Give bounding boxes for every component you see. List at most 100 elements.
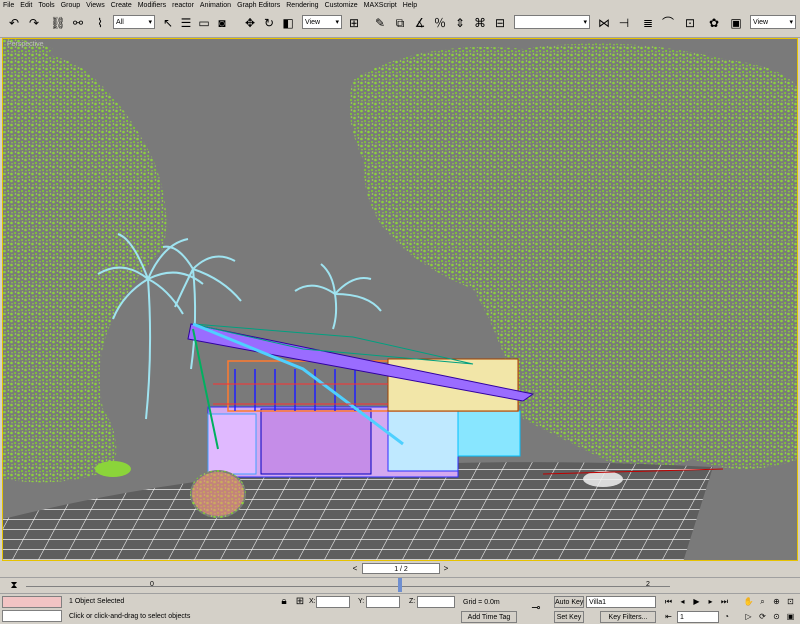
zoom-all-icon[interactable]: ⊕: [770, 596, 783, 608]
auto-key-button[interactable]: Auto Key: [554, 596, 584, 608]
villa-model: [187, 322, 535, 478]
undo-icon[interactable]: ↶: [6, 15, 22, 31]
frame-indicator[interactable]: 1 / 2: [362, 563, 440, 574]
rectangular-selection-icon[interactable]: ▭: [196, 15, 212, 31]
time-slider-prev[interactable]: <: [350, 563, 360, 574]
add-time-tag-button[interactable]: Add Time Tag: [461, 611, 517, 623]
scene-render: [3, 39, 797, 560]
spinner-snap-icon[interactable]: ⇕: [452, 15, 468, 31]
set-key-button[interactable]: Set Key: [554, 611, 584, 623]
bind-space-warp-icon[interactable]: ⌇: [92, 15, 108, 31]
select-and-rotate-icon[interactable]: ↻: [261, 15, 277, 31]
menu-customize[interactable]: Customize: [322, 0, 361, 11]
menu-edit[interactable]: Edit: [17, 0, 35, 11]
key-set-dropdown[interactable]: Villa1: [586, 596, 656, 608]
zoom-icon[interactable]: ⌕: [756, 596, 769, 608]
menu-bar: File Edit Tools Group Views Create Modif…: [0, 0, 800, 11]
flowering-shrub: [190, 470, 246, 518]
prompt-line: Click or click-and-drag to select object…: [67, 611, 272, 623]
layer-manager-icon[interactable]: ≣: [640, 15, 656, 31]
palm-tree-right: [294, 263, 382, 330]
main-toolbar: ↶ ↷ ⛓ ⚯ ⌇ All ↖ ☰ ▭ ◙ ✥ ↻ ◧ View ⊞ ✎ ⧉ ∡…: [0, 11, 800, 38]
time-configuration-icon[interactable]: ◔: [720, 611, 733, 623]
time-slider[interactable]: < 1 / 2 >: [0, 562, 800, 576]
render-type-dropdown[interactable]: View: [750, 15, 796, 30]
snaps-toggle-icon[interactable]: ⧉: [392, 15, 408, 31]
play-icon[interactable]: ▶: [690, 596, 703, 608]
selection-filter-dropdown[interactable]: All: [113, 15, 155, 30]
angle-snap-icon[interactable]: ∡: [412, 15, 428, 31]
previous-frame-icon[interactable]: ◂: [676, 596, 689, 608]
x-coordinate-field[interactable]: [316, 596, 350, 608]
menu-rendering[interactable]: Rendering: [283, 0, 321, 11]
time-slider-next[interactable]: >: [441, 563, 451, 574]
menu-reactor[interactable]: reactor: [169, 0, 197, 11]
viewport-label[interactable]: Perspective: [7, 41, 44, 48]
track-tick-2: 2: [646, 581, 650, 588]
set-key-mode-icon[interactable]: ⊸: [528, 600, 544, 616]
schematic-view-icon[interactable]: ⊡: [682, 15, 698, 31]
arc-rotate-icon[interactable]: ⟳: [756, 611, 769, 623]
current-frame-marker[interactable]: [398, 578, 402, 592]
select-and-scale-icon[interactable]: ◧: [280, 15, 296, 31]
menu-group[interactable]: Group: [58, 0, 83, 11]
z-label: Z:: [409, 598, 416, 605]
menu-graph-editors[interactable]: Graph Editors: [234, 0, 283, 11]
orbit-icon[interactable]: ⊙: [770, 611, 783, 623]
percent-snap-icon[interactable]: ％: [432, 15, 448, 31]
planter-bush: [95, 461, 131, 477]
named-selection-dropdown[interactable]: [514, 15, 590, 30]
current-frame-field[interactable]: 1: [677, 611, 719, 623]
select-by-name-icon[interactable]: ☰: [178, 15, 194, 31]
align-icon[interactable]: ⊣: [616, 15, 632, 31]
grid-size-label: Grid = 0.0m: [463, 599, 500, 606]
menu-views[interactable]: Views: [83, 0, 108, 11]
select-and-move-icon[interactable]: ✥: [242, 15, 258, 31]
y-label: Y:: [358, 598, 365, 605]
track-line: [26, 586, 670, 587]
perspective-viewport[interactable]: Perspective: [2, 38, 798, 561]
key-mode-toggle-icon[interactable]: ⇤: [662, 611, 675, 623]
named-selection-sets-icon[interactable]: ⊟: [492, 15, 508, 31]
go-to-end-icon[interactable]: ⏭: [718, 596, 731, 608]
selection-lock-icon[interactable]: 🔒︎: [276, 594, 292, 610]
track-tick-0: 0: [150, 581, 154, 588]
menu-animation[interactable]: Animation: [197, 0, 234, 11]
next-frame-icon[interactable]: ▸: [704, 596, 717, 608]
reference-coordinate-dropdown[interactable]: View: [302, 15, 342, 30]
edit-named-selection-icon[interactable]: ⌘: [472, 15, 488, 31]
menu-maxscript[interactable]: MAXScript: [361, 0, 400, 11]
absolute-mode-icon[interactable]: ⊞: [292, 594, 308, 610]
menu-help[interactable]: Help: [400, 0, 420, 11]
pan-icon[interactable]: ✋: [742, 596, 755, 608]
selection-status: 1 Object Selected: [67, 596, 272, 608]
menu-modifiers[interactable]: Modifiers: [135, 0, 169, 11]
z-coordinate-field[interactable]: [417, 596, 455, 608]
mirror-icon[interactable]: ⋈: [596, 15, 612, 31]
mini-curve-editor-icon[interactable]: ⧗: [6, 578, 22, 594]
track-bar[interactable]: ⧗ 0 2: [0, 577, 800, 594]
material-editor-icon[interactable]: ✿: [706, 15, 722, 31]
redo-icon[interactable]: ↷: [26, 15, 42, 31]
select-and-link-icon[interactable]: ⛓: [50, 15, 66, 31]
field-of-view-icon[interactable]: ▷: [742, 611, 755, 623]
select-and-manipulate-icon[interactable]: ✎: [372, 15, 388, 31]
window-crossing-icon[interactable]: ◙: [214, 15, 230, 31]
menu-tools[interactable]: Tools: [35, 0, 57, 11]
select-object-icon[interactable]: ↖: [160, 15, 176, 31]
y-coordinate-field[interactable]: [366, 596, 400, 608]
menu-create[interactable]: Create: [108, 0, 135, 11]
maxscript-input-box[interactable]: [2, 610, 62, 622]
unlink-icon[interactable]: ⚯: [70, 15, 86, 31]
render-scene-icon[interactable]: ▣: [728, 15, 744, 31]
maxscript-listener-box[interactable]: [2, 596, 62, 608]
zoom-extents-icon[interactable]: ⊡: [784, 596, 797, 608]
curve-editor-icon[interactable]: ⌒: [660, 15, 676, 31]
go-to-start-icon[interactable]: ⏮: [662, 596, 675, 608]
key-filters-button[interactable]: Key Filters...: [600, 611, 656, 623]
menu-file[interactable]: File: [0, 0, 17, 11]
status-bar: 1 Object Selected Click or click-and-dra…: [0, 593, 800, 624]
use-pivot-center-icon[interactable]: ⊞: [346, 15, 362, 31]
white-plant: [583, 471, 623, 487]
maximize-viewport-icon[interactable]: ▣: [784, 611, 797, 623]
